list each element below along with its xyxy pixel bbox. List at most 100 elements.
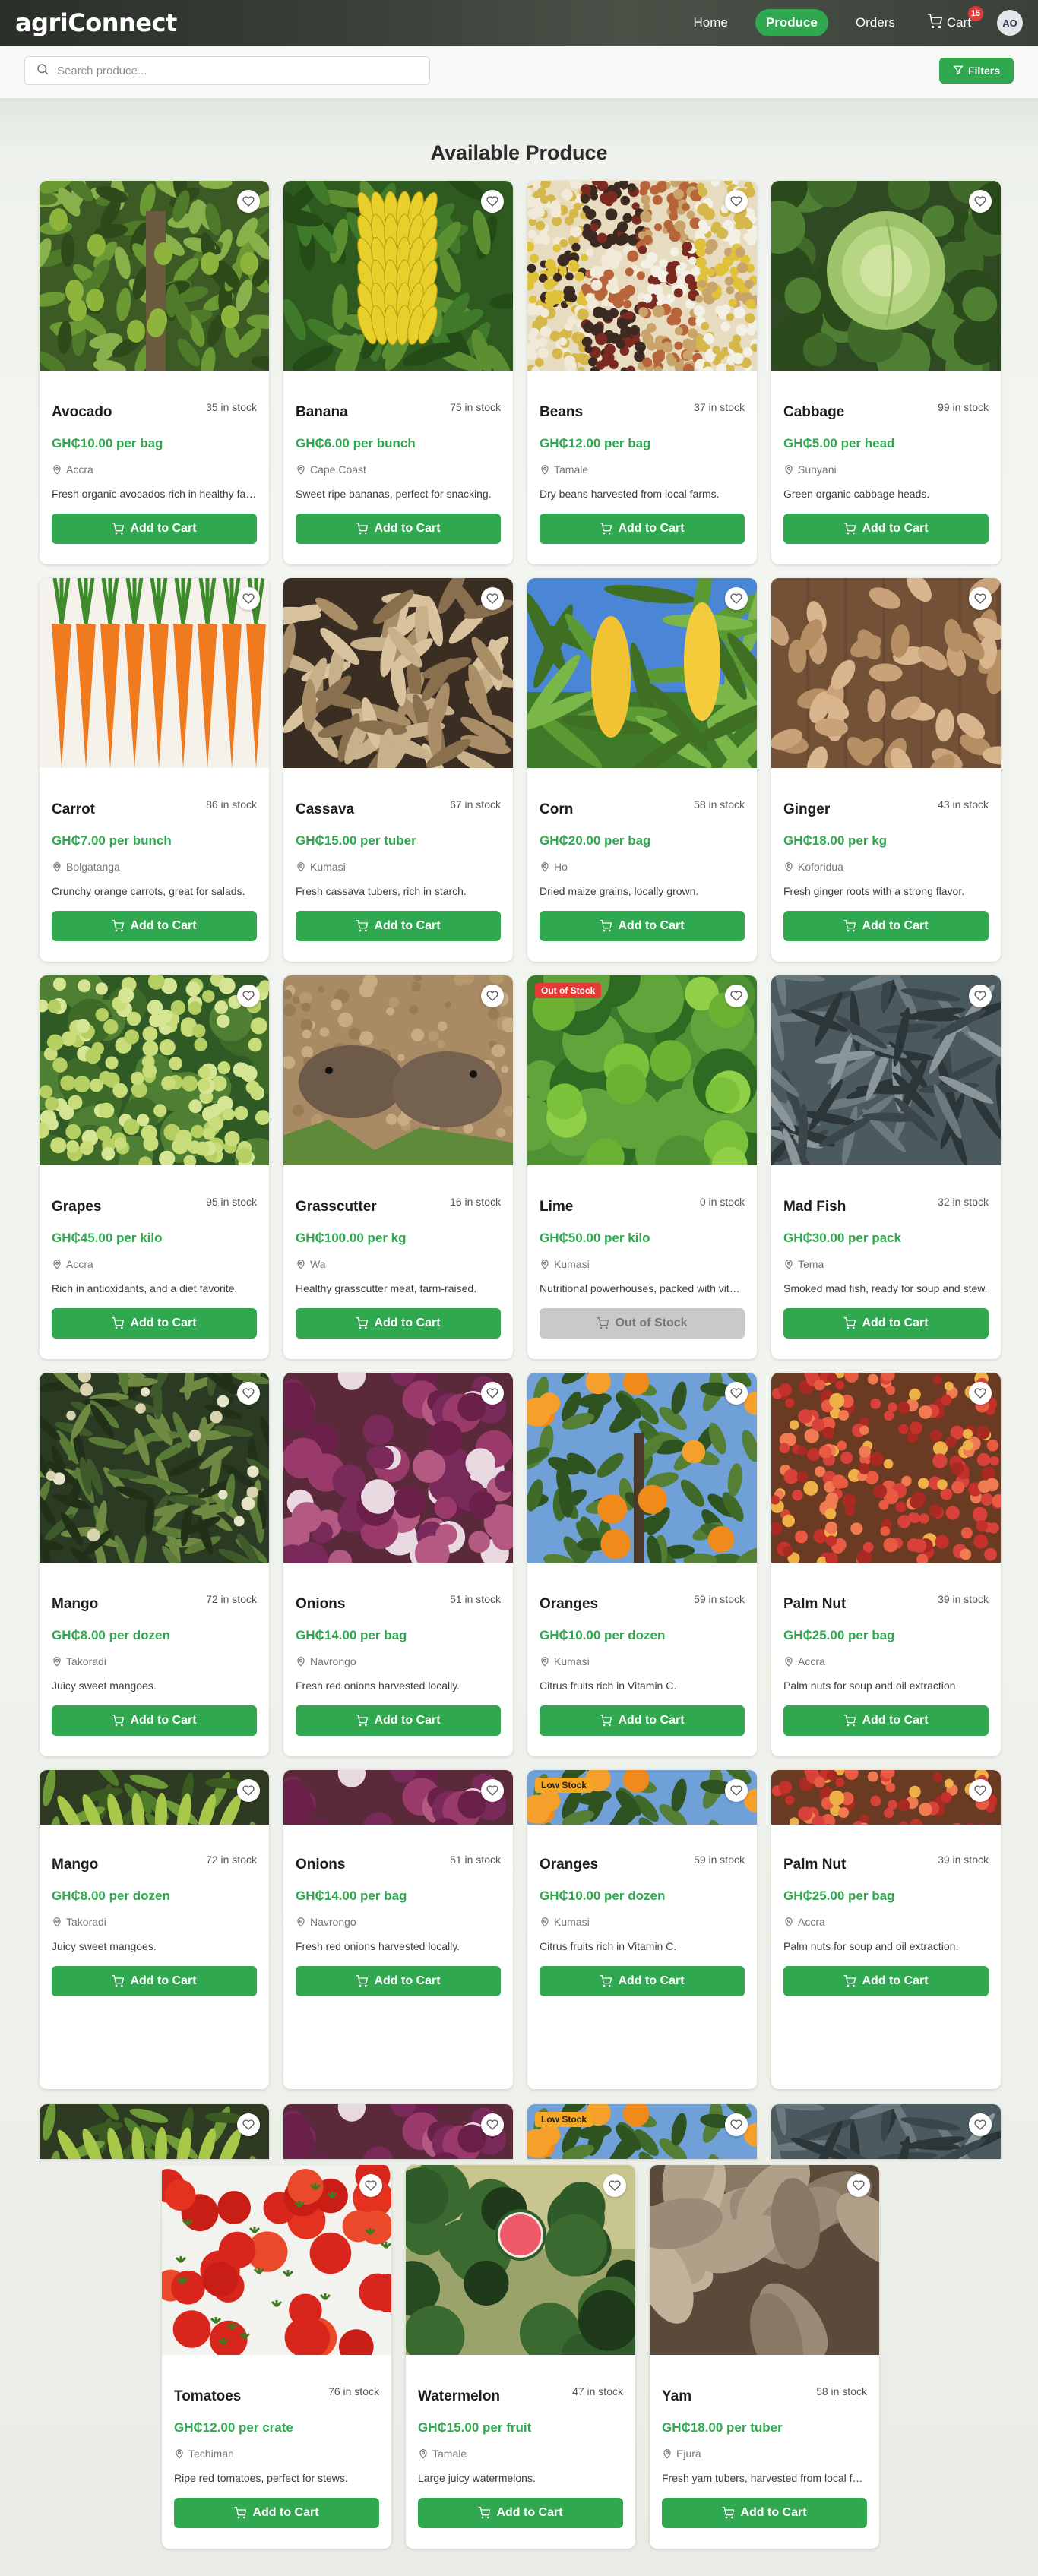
product-image[interactable] [283,181,513,371]
add-to-cart-button[interactable]: Add to Cart [662,2498,867,2528]
add-to-cart-button[interactable]: Add to Cart [540,1705,745,1736]
search-input[interactable] [57,64,419,77]
search-box[interactable] [24,56,430,85]
product-image[interactable] [283,1373,513,1563]
heart-icon [730,1784,742,1797]
favorite-button[interactable] [237,985,260,1007]
favorite-button[interactable] [969,587,992,610]
favorite-button[interactable] [725,587,748,610]
favorite-button[interactable] [481,190,504,213]
favorite-button[interactable] [237,1382,260,1405]
favorite-button[interactable] [969,1779,992,1802]
cart-icon [356,1715,369,1727]
add-to-cart-button[interactable]: Add to Cart [783,1705,989,1736]
favorite-button[interactable] [969,985,992,1007]
product-image[interactable] [162,2165,391,2355]
favorite-button[interactable] [969,2113,992,2136]
product-image[interactable] [40,578,269,768]
product-image[interactable] [40,181,269,371]
add-to-cart-button[interactable]: Add to Cart [783,514,989,544]
favorite-button[interactable] [725,1382,748,1405]
product-image[interactable] [771,2104,1001,2159]
product-image[interactable] [771,1770,1001,1825]
product-image[interactable] [283,1770,513,1825]
nav-produce[interactable]: Produce [755,9,828,36]
add-to-cart-button[interactable]: Add to Cart [783,1308,989,1339]
product-image[interactable] [406,2165,635,2355]
location-text: Kumasi [554,1916,590,1928]
favorite-button[interactable] [237,1779,260,1802]
location-pin-icon [783,464,794,475]
product-location: Tamale [418,2448,467,2460]
product-image[interactable] [771,975,1001,1165]
add-to-cart-button[interactable]: Add to Cart [296,514,501,544]
favorite-button[interactable] [237,2113,260,2136]
favorite-button[interactable] [481,985,504,1007]
product-image[interactable] [771,1373,1001,1563]
product-image[interactable] [527,578,757,768]
add-to-cart-button[interactable]: Add to Cart [52,1705,257,1736]
brand-logo[interactable]: agriConnect [15,8,177,37]
favorite-button[interactable] [481,1382,504,1405]
add-to-cart-button[interactable]: Add to Cart [52,1966,257,1996]
add-to-cart-button[interactable]: Add to Cart [540,514,745,544]
favorite-button[interactable] [481,1779,504,1802]
nav-home[interactable]: Home [683,9,739,36]
product-image[interactable] [40,1770,269,1825]
add-to-cart-button[interactable]: Add to Cart [52,514,257,544]
user-avatar[interactable]: AO [997,10,1023,36]
stock-count: 75 in stock [450,401,501,413]
favorite-button[interactable] [725,1779,748,1802]
add-to-cart-button[interactable]: Add to Cart [296,1966,501,1996]
favorite-button[interactable] [481,587,504,610]
location-pin-icon [52,1259,62,1269]
product-image[interactable] [650,2165,879,2355]
product-image[interactable] [283,2104,513,2159]
favorite-button[interactable] [969,190,992,213]
product-description: Fresh ginger roots with a strong flavor. [783,885,965,897]
product-image[interactable] [40,2104,269,2159]
product-image[interactable] [40,1373,269,1563]
add-to-cart-button[interactable]: Add to Cart [540,911,745,941]
location-pin-icon [783,1259,794,1269]
add-to-cart-button[interactable]: Add to Cart [174,2498,379,2528]
nav-orders[interactable]: Orders [845,9,906,36]
add-to-cart-button[interactable]: Add to Cart [52,1308,257,1339]
add-to-cart-button[interactable]: Add to Cart [296,911,501,941]
heart-icon [974,1387,986,1399]
nav-cart[interactable]: Cart 15 [922,5,983,39]
add-to-cart-button[interactable]: Add to Cart [52,911,257,941]
product-image[interactable] [771,181,1001,371]
product-location: Accra [52,463,93,476]
add-to-cart-button[interactable]: Add to Cart [296,1705,501,1736]
add-to-cart-button[interactable]: Add to Cart [540,1966,745,1996]
product-card: Palm Nut 39 in stock GH₵25.00 per bag Ac… [771,1770,1001,2089]
product-details: Ginger 43 in stock GH₵18.00 per kg Kofor… [783,783,989,962]
favorite-button[interactable] [359,2174,382,2197]
favorite-button[interactable] [725,2113,748,2136]
product-image[interactable] [527,181,757,371]
favorite-button[interactable] [237,587,260,610]
out-of-stock-button[interactable]: Out of Stock [540,1308,745,1339]
add-to-cart-button[interactable]: Add to Cart [783,1966,989,1996]
add-to-cart-button[interactable]: Add to Cart [296,1308,501,1339]
add-to-cart-button[interactable]: Add to Cart [783,911,989,941]
product-image[interactable] [283,975,513,1165]
favorite-button[interactable] [725,985,748,1007]
favorite-button[interactable] [481,2113,504,2136]
product-image[interactable] [771,578,1001,768]
favorite-button[interactable] [237,190,260,213]
product-image[interactable] [527,1373,757,1563]
favorite-button[interactable] [603,2174,626,2197]
product-image[interactable] [527,975,757,1165]
heart-icon [974,990,986,1002]
favorite-button[interactable] [969,1382,992,1405]
product-card: Mango 72 in stock GH₵8.00 per dozen Tako… [40,1373,269,1756]
filters-button[interactable]: Filters [939,58,1014,84]
favorite-button[interactable] [847,2174,870,2197]
product-image[interactable] [283,578,513,768]
product-image[interactable] [40,975,269,1165]
add-to-cart-button[interactable]: Add to Cart [418,2498,623,2528]
stock-count: 72 in stock [206,1593,257,1605]
favorite-button[interactable] [725,190,748,213]
